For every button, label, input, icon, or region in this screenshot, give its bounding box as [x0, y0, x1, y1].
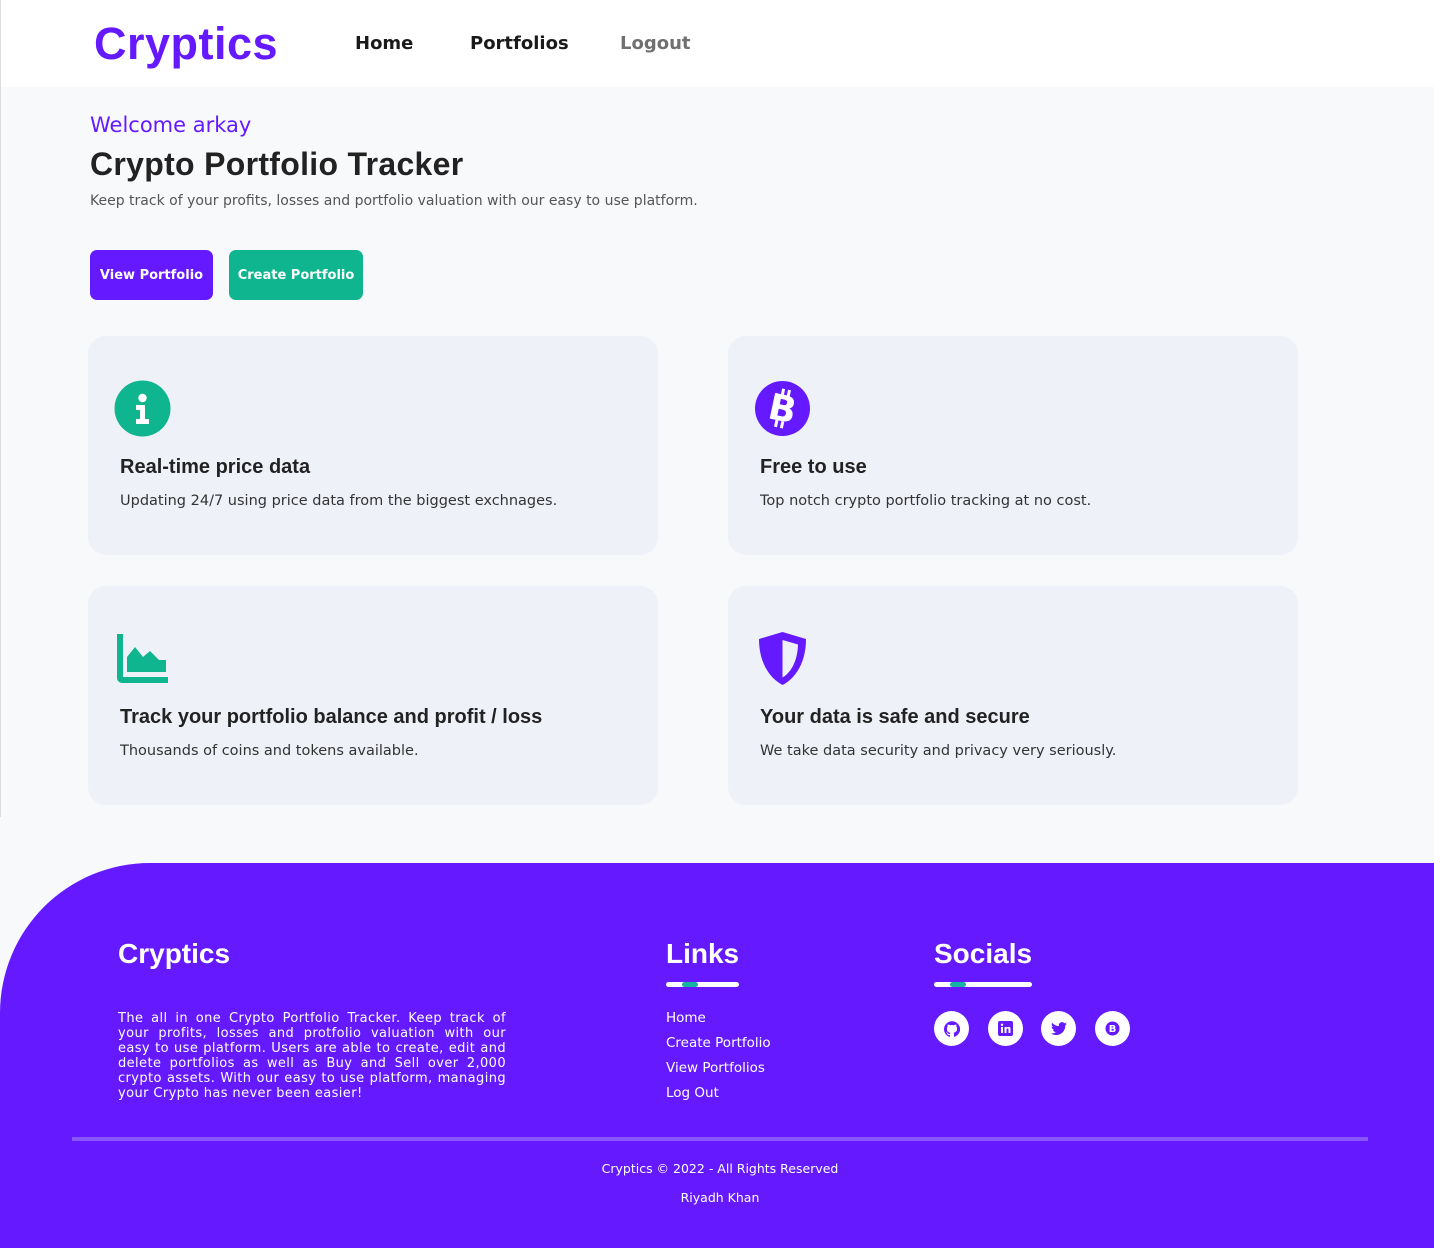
shield-icon: [759, 632, 806, 685]
area-chart-icon: [117, 634, 168, 683]
svg-text:B: B: [1109, 1024, 1117, 1035]
feature-card-realtime: Real-time price data Updating 24/7 using…: [88, 336, 658, 555]
welcome-message: Welcome arkay: [90, 113, 252, 137]
feature-card-free: B Free to use Top notch crypto portfolio…: [728, 336, 1298, 555]
github-icon[interactable]: [934, 1011, 969, 1046]
view-portfolio-button[interactable]: View Portfolio: [90, 250, 213, 300]
feature-card-tracking: Track your portfolio balance and profit …: [88, 586, 658, 805]
bitcoin-icon[interactable]: B: [1095, 1011, 1130, 1046]
footer-brand: Cryptics: [118, 938, 231, 969]
nav-portfolios-link[interactable]: Portfolios: [470, 33, 569, 54]
footer-copyright: Cryptics © 2022 - All Rights Reserved: [601, 1161, 839, 1176]
page-title: Crypto Portfolio Tracker: [90, 146, 464, 182]
page-left-border: [0, 87, 1, 817]
feature-title: Free to use: [760, 456, 867, 478]
nav-home-link[interactable]: Home: [355, 33, 413, 54]
nav-logout-link[interactable]: Logout: [620, 33, 691, 54]
feature-card-security: Your data is safe and secure We take dat…: [728, 586, 1298, 805]
bitcoin-icon: B: [755, 381, 810, 436]
feature-description: Top notch crypto portfolio tracking at n…: [760, 493, 1092, 509]
footer-socials-heading: Socials: [934, 938, 1033, 969]
footer-about-text: The all in one Crypto Portfolio Tracker.…: [118, 1011, 506, 1101]
heading-underline: [666, 982, 739, 987]
feature-description: Updating 24/7 using price data from the …: [120, 493, 558, 509]
footer-link-home[interactable]: Home: [666, 1010, 706, 1026]
site-footer: Cryptics The all in one Crypto Portfolio…: [0, 863, 1434, 1248]
feature-description: We take data security and privacy very s…: [760, 743, 1117, 759]
create-portfolio-button[interactable]: Create Portfolio: [229, 250, 363, 300]
feature-description: Thousands of coins and tokens available.: [120, 743, 419, 759]
footer-link-create-portfolio[interactable]: Create Portfolio: [666, 1035, 771, 1051]
footer-links-heading: Links: [666, 938, 740, 969]
footer-divider: [72, 1137, 1368, 1141]
twitter-icon[interactable]: [1041, 1011, 1076, 1046]
footer-link-logout[interactable]: Log Out: [666, 1085, 719, 1101]
feature-title: Your data is safe and secure: [760, 706, 1030, 728]
footer-author: Riyadh Khan: [680, 1190, 760, 1205]
feature-title: Track your portfolio balance and profit …: [120, 706, 543, 728]
footer-link-view-portfolios[interactable]: View Portfolios: [666, 1060, 765, 1076]
heading-underline: [934, 982, 1032, 987]
page-subtitle: Keep track of your profits, losses and p…: [90, 193, 698, 209]
brand-logo[interactable]: Cryptics: [94, 18, 278, 70]
feature-title: Real-time price data: [120, 456, 311, 478]
info-icon: [114, 380, 171, 437]
top-navbar: Cryptics Home Portfolios Logout: [0, 0, 1434, 87]
linkedin-icon[interactable]: [988, 1011, 1023, 1046]
